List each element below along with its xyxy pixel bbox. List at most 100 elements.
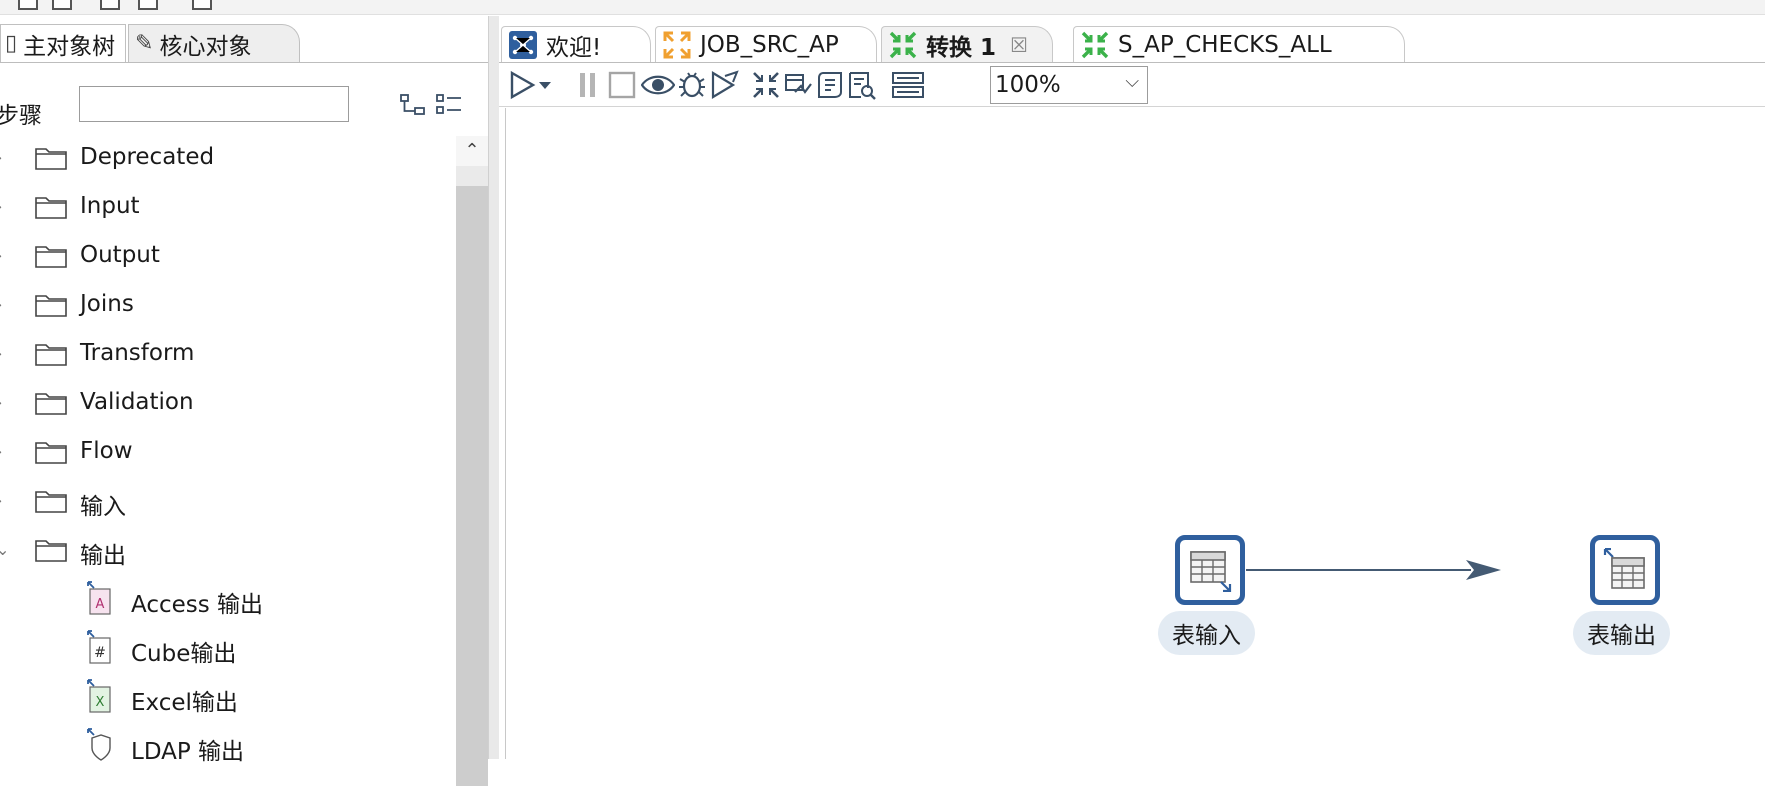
show-results-icon[interactable] [891,70,925,100]
tab-main-label: 主对象树 [23,33,116,60]
left-tab-bar: ▯ 主对象树 ✎ 核心对象 [0,20,488,63]
tree-folder-label: 输入 [80,494,126,520]
tab-main-object-tree[interactable]: ▯ 主对象树 [0,24,126,62]
tab-label: 转换 1 [926,34,997,61]
expand-arrow-icon[interactable]: › [0,491,2,510]
expand-arrow-icon[interactable]: › [0,393,2,412]
toolbar-icon[interactable] [18,0,38,10]
run-icon[interactable] [507,70,537,100]
transformation-icon [1081,31,1109,58]
tab-label: JOB_SRC_AP [700,31,839,58]
expand-arrow-icon[interactable]: › [0,246,2,265]
steps-label: 步骤 [0,103,42,129]
toolbar-icon[interactable] [138,0,158,10]
left-panel: ▯ 主对象树 ✎ 核心对象 步骤 › Deprecated › [0,16,495,786]
folder-icon [35,442,67,464]
editor-area: 欢迎! JOB_SRC_AP 转换 1 ☒ S_AP_CHECKS_ALL 10… [499,16,1765,759]
svg-text:X: X [96,695,105,710]
expand-arrow-icon[interactable]: › [0,344,2,363]
step-table-input-label: 表输入 [1158,611,1255,655]
job-icon [663,31,691,58]
tree-folder-label: Validation [80,389,194,415]
toolbar-icon[interactable] [100,0,120,10]
table-input-icon [1190,551,1232,592]
top-toolbar-strip [0,0,1765,15]
tree-folder-label: Output [80,242,160,268]
svg-text:#: # [94,645,106,661]
analyze-icon[interactable] [783,70,813,100]
expand-arrow-icon[interactable]: › [0,442,2,461]
expand-arrow-icon[interactable]: › [0,295,2,314]
editor-tab-bar: 欢迎! JOB_SRC_AP 转换 1 ☒ S_AP_CHECKS_ALL [499,20,1765,63]
tab-core-objects[interactable]: ✎ 核心对象 [128,24,300,62]
tree-step-label: Excel输出 [131,690,238,716]
ldap-output-icon [87,728,111,761]
preview-icon[interactable] [641,70,675,100]
transformation-icon [889,31,917,58]
tree-folder-label: Deprecated [80,144,215,170]
tab-label: 欢迎! [546,34,602,61]
steps-search-input[interactable] [79,86,349,122]
tree-folder-label: Transform [80,340,195,366]
tab-welcome[interactable]: 欢迎! [501,26,651,62]
step-table-input[interactable] [1175,535,1245,605]
toolbar-icon[interactable] [52,0,72,10]
tree-icon: ▯ [5,31,18,56]
folder-icon [35,197,67,219]
welcome-icon [509,30,537,59]
tab-job-src-ap[interactable]: JOB_SRC_AP [655,26,877,62]
collapse-arrow-icon[interactable]: ⌄ [0,540,9,559]
pause-icon[interactable] [573,70,603,100]
stop-icon[interactable] [607,70,637,100]
folder-icon [35,148,67,170]
pencil-icon: ✎ [135,31,154,56]
zoom-value: 100% [995,72,1061,98]
step-table-output-label: 表输出 [1573,611,1670,655]
collapse-tree-icon[interactable] [400,94,426,116]
transformation-toolbar: 100% ⌵ [499,64,1765,107]
scroll-up-arrow-icon[interactable]: ⌃ [456,136,488,166]
chevron-down-icon: ⌵ [1125,71,1139,92]
steps-search-row: 步骤 [0,86,488,130]
expand-list-icon[interactable] [436,94,462,116]
folder-icon [35,393,67,415]
zoom-select[interactable]: 100% ⌵ [990,66,1148,104]
table-output-icon [1603,548,1645,589]
cube-output-icon: # [87,630,111,664]
access-output-icon: A [87,581,111,615]
folder-icon [35,491,67,513]
close-tab-icon[interactable]: ☒ [1010,33,1028,57]
toolbar-icon[interactable] [192,0,212,10]
tab-core-label: 核心对象 [159,33,252,60]
sql-icon[interactable] [815,70,845,100]
tree-folder-label: Input [80,193,140,219]
explore-db-icon[interactable] [847,70,877,100]
debug-icon[interactable] [677,70,707,100]
excel-output-icon: X [87,679,111,713]
tree-scrollbar[interactable]: ⌃ [456,136,488,786]
svg-text:A: A [96,597,105,612]
expand-arrow-icon[interactable]: › [0,148,2,167]
tree-folder-label: 输出 [80,543,126,569]
expand-arrow-icon[interactable]: › [0,197,2,216]
tab-label: S_AP_CHECKS_ALL [1118,31,1332,58]
tree-folder-label: Flow [80,438,133,464]
step-tree: › Deprecated › Input › Output › Joins › … [0,136,456,776]
tree-step-label: Access 输出 [131,592,264,618]
folder-icon [35,540,67,562]
step-table-output[interactable] [1590,535,1660,605]
transformation-canvas[interactable]: 表输入 表输出 [505,108,1765,759]
replay-icon[interactable] [709,70,739,100]
tree-step-label: Cube输出 [131,641,237,667]
tree-step-label: LDAP 输出 [131,739,245,765]
verify-icon[interactable] [751,70,781,100]
scroll-thumb[interactable] [456,186,488,786]
tree-folder-label: Joins [80,291,134,317]
folder-icon [35,344,67,366]
run-dropdown-icon[interactable] [537,70,553,100]
tab-s-ap-checks-all[interactable]: S_AP_CHECKS_ALL [1073,26,1405,62]
folder-icon [35,246,67,268]
hop-arrow[interactable] [506,108,1765,759]
folder-icon [35,295,67,317]
tab-transformation-1[interactable]: 转换 1 ☒ [881,26,1053,62]
